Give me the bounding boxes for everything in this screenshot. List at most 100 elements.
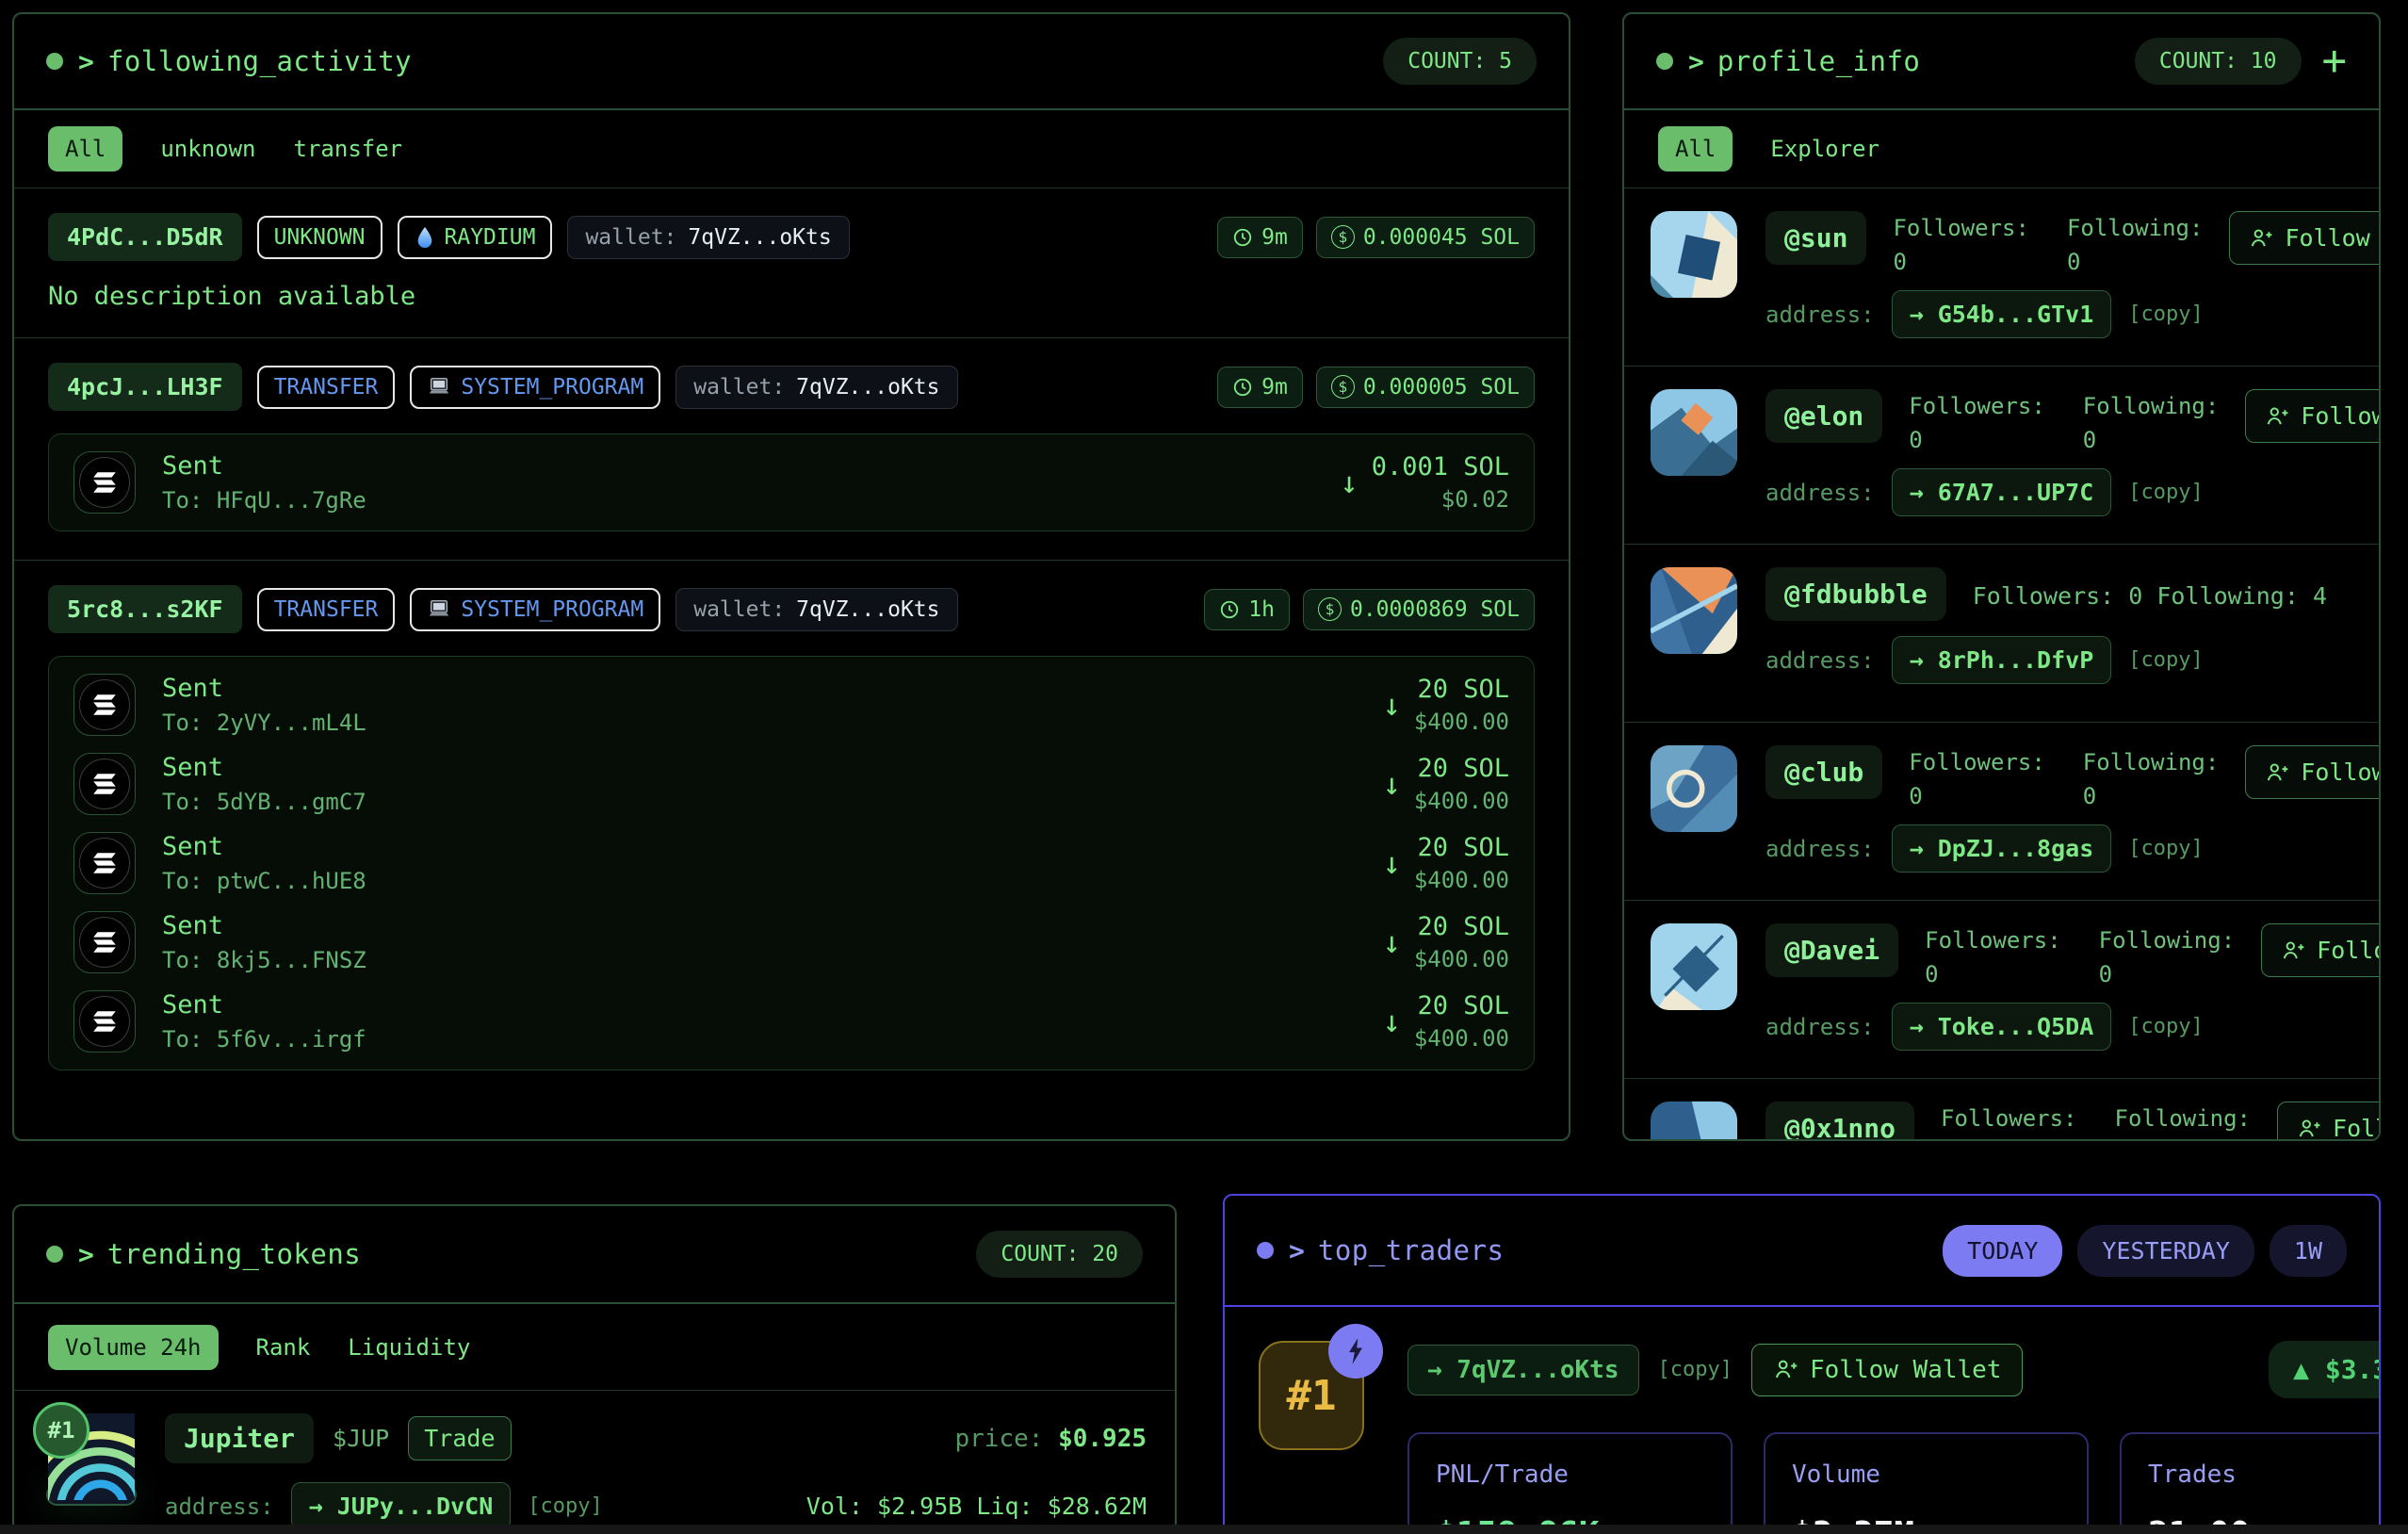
tab-yesterday[interactable]: YESTERDAY (2077, 1225, 2253, 1277)
following-value: 0 (2099, 961, 2236, 987)
tx-type-badge: TRANSFER (257, 366, 396, 409)
trader-row: #1 → 7qVZ...oKts [copy] Follow Wallet ▲ … (1225, 1307, 2379, 1534)
event-recipient[interactable]: To: HFqU...7gRe (162, 487, 366, 514)
tab-unknown[interactable]: unknown (160, 136, 255, 162)
trader-rank-wrap: #1 (1259, 1341, 1364, 1534)
program-badge: SYSTEM_PROGRAM (410, 366, 660, 409)
wallet-label: wallet: (585, 225, 676, 250)
tab-all[interactable]: All (48, 126, 122, 171)
copy-button[interactable]: [copy] (2128, 302, 2203, 326)
copy-button[interactable]: [copy] (1658, 1358, 1733, 1381)
follow-button[interactable]: Follow (2261, 923, 2381, 977)
address-line: address: → Toke...Q5DA [copy] (1765, 1003, 2381, 1051)
profile-handle[interactable]: @Davei (1765, 923, 1898, 977)
copy-button[interactable]: [copy] (2128, 648, 2203, 672)
event-recipient[interactable]: To: 5dYB...gmC7 (162, 789, 366, 815)
divider (14, 337, 1569, 338)
follow-button[interactable]: Follow (2229, 211, 2381, 265)
profile-handle[interactable]: @elon (1765, 389, 1882, 443)
fee-pill: $ 0.0000869 SOL (1303, 589, 1535, 630)
program-label: SYSTEM_PROGRAM (461, 597, 643, 622)
status-dot-icon (46, 1246, 63, 1263)
followers-label: Followers: (1909, 393, 2045, 419)
profile-row: @0x1nno Followers:0 Following:0 Follow (1624, 1079, 2379, 1141)
address-chip[interactable]: → 67A7...UP7C (1892, 468, 2112, 516)
tab-rank[interactable]: Rank (256, 1334, 311, 1361)
event-recipient[interactable]: To: 2yVY...mL4L (162, 710, 366, 736)
time-pill: 9m (1217, 217, 1303, 258)
follow-button[interactable]: Follow (2277, 1102, 2381, 1141)
status-dot-icon (46, 53, 63, 70)
avatar (1651, 1102, 1737, 1141)
address-line: address: → 67A7...UP7C [copy] (1765, 468, 2381, 516)
to-address: 8kj5...FNSZ (217, 947, 366, 973)
copy-button[interactable]: [copy] (2128, 1015, 2203, 1038)
wallet-chip[interactable]: wallet: 7qVZ...oKts (675, 588, 957, 631)
solana-icon (79, 917, 130, 968)
event-row: Sent To: HFqU...7gRe ↓ 0.001 SOL $0.02 (73, 451, 1509, 514)
profile-row: @fdbubble Followers: 0 Following: 4 addr… (1624, 545, 2379, 723)
event-amount: 20 SOL (1417, 675, 1509, 704)
event-recipient[interactable]: To: ptwC...hUE8 (162, 868, 366, 894)
count-badge: COUNT: 5 (1383, 38, 1537, 85)
tab-all[interactable]: All (1658, 126, 1733, 171)
tx-time: 9m (1261, 225, 1288, 250)
to-label: To: (162, 487, 203, 514)
trade-button[interactable]: Trade (408, 1416, 511, 1461)
follow-wallet-button[interactable]: Follow Wallet (1751, 1344, 2024, 1396)
profile-handle[interactable]: @0x1nno (1765, 1102, 1914, 1141)
tab-liquidity[interactable]: Liquidity (348, 1334, 470, 1361)
tab-explorer[interactable]: Explorer (1770, 136, 1879, 162)
address-chip[interactable]: → JUPy...DvCN (291, 1482, 512, 1530)
person-plus-icon (1773, 1357, 1798, 1382)
profile-handle[interactable]: @club (1765, 745, 1882, 799)
tx-signature[interactable]: 4PdC...D5dR (48, 213, 242, 261)
address-chip[interactable]: → 8rPh...DfvP (1892, 636, 2112, 684)
profile-handle[interactable]: @fdbubble (1765, 567, 1946, 621)
copy-button[interactable]: [copy] (2128, 837, 2203, 860)
follow-button[interactable]: Follow (2245, 389, 2381, 443)
tx-signature[interactable]: 5rc8...s2KF (48, 585, 242, 633)
tab-transfer[interactable]: transfer (294, 136, 403, 162)
tx-signature[interactable]: 4pcJ...LH3F (48, 363, 242, 411)
event-amount: 20 SOL (1417, 754, 1509, 783)
event-recipient[interactable]: To: 8kj5...FNSZ (162, 947, 366, 973)
trending-tabbar: Volume 24h Rank Liquidity (14, 1304, 1175, 1391)
event-recipient[interactable]: To: 5f6v...irgf (162, 1026, 366, 1053)
token-row: #1 Jupiter $JUP (14, 1391, 1175, 1530)
copy-button[interactable]: [copy] (2128, 481, 2203, 504)
tab-today[interactable]: TODAY (1943, 1225, 2062, 1277)
tx-meta: 9m $ 0.000005 SOL (1217, 367, 1535, 408)
token-icon-frame (73, 990, 136, 1053)
address-label: address: (165, 1493, 274, 1520)
trader-info: → 7qVZ...oKts [copy] Follow Wallet ▲ $3.… (1407, 1341, 2381, 1534)
arrow-down-icon: ↓ (1383, 769, 1401, 799)
address-chip[interactable]: → G54b...GTv1 (1892, 290, 2112, 338)
avatar (1651, 923, 1737, 1010)
trader-wallet-chip[interactable]: → 7qVZ...oKts (1407, 1345, 1639, 1395)
address-label: address: (1765, 836, 1875, 862)
wallet-value: 7qVZ...oKts (796, 597, 939, 622)
wallet-chip[interactable]: wallet: 7qVZ...oKts (675, 366, 957, 409)
wallet-chip[interactable]: wallet: 7qVZ...oKts (567, 216, 849, 259)
copy-button[interactable]: [copy] (528, 1494, 602, 1518)
following-label: Following: (2115, 1105, 2252, 1132)
follow-button[interactable]: Follow (2245, 745, 2381, 799)
address-chip[interactable]: → Toke...Q5DA (1892, 1003, 2112, 1051)
event-row: Sent To: 5f6v...irgf ↓ 20 SOL $400.00 (73, 990, 1509, 1053)
following-label: Following: (2099, 927, 2236, 954)
add-profile-button[interactable]: + (2322, 41, 2348, 82)
laptop-icon (427, 598, 451, 621)
tab-1w[interactable]: 1W (2270, 1225, 2347, 1277)
stat-label: Trades (2148, 1461, 2381, 1489)
profile-stats: Followers:0 Following:0 (1925, 923, 2235, 987)
address-chip[interactable]: → DpZJ...8gas (1892, 824, 2112, 873)
person-plus-icon (2281, 938, 2305, 963)
following-label: Following: (2083, 393, 2220, 419)
profile-row: @elon Followers:0 Following:0 Follow add… (1624, 367, 2379, 545)
token-name[interactable]: Jupiter (165, 1413, 314, 1463)
profile-stats: Followers:0 Following:0 (1941, 1102, 2251, 1141)
tab-volume-24h[interactable]: Volume 24h (48, 1325, 219, 1370)
profile-handle[interactable]: @sun (1765, 211, 1866, 265)
trader-stats: PNL/Trade $159.86K Volume $3.37M Trades … (1407, 1432, 2381, 1534)
